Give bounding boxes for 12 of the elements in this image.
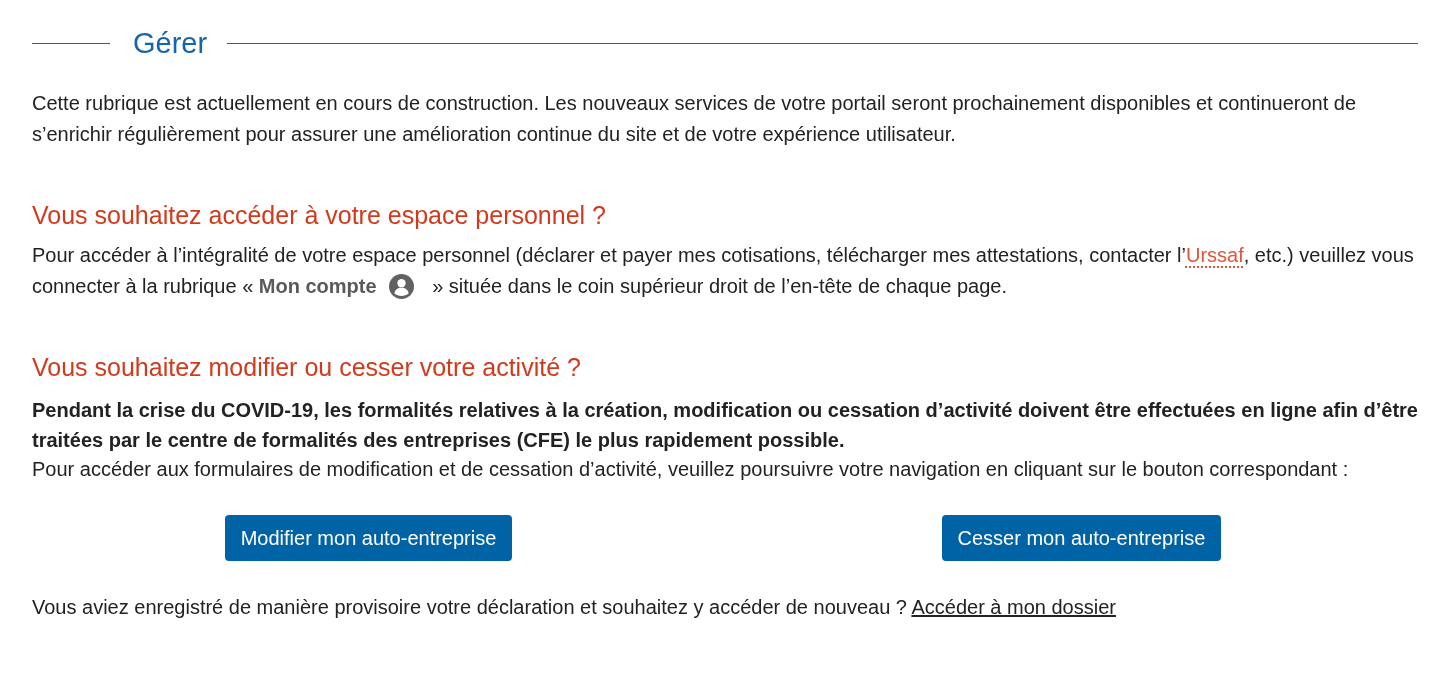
- section-heading: Vous souhaitez modifier ou cesser votre activité ?: [32, 352, 582, 382]
- info-paragraph: Pour accéder à l’intégralité de votre espace personnel (déclarer et payer mes cotisations, télécharger mes attestations, contacter l’Urssaf, etc.) veuillez vous connecter à la rubrique « Mon compte » située dans le coin supérieur droit de l’en-tête de chaque page.: [32, 243, 1415, 301]
- section-heading: Vous souhaitez accéder à votre espace personnel ?: [32, 200, 607, 230]
- notice-paragraph: Pendant la crise du COVID-19, les formalités relatives à la création, modification ou cessation d’activité doivent être effectuées en ligne afin d’être traitées par le centre de formalités des entreprises (CFE) le plus rapidement possible.: [32, 398, 1418, 453]
- dossier-link[interactable]: Accéder à mon dossier: [911, 596, 1116, 618]
- footer-paragraph: Vous aviez enregistré de manière provisoire votre déclaration et souhaitez y accéder de nouveau ? Accéder à mon dossier: [32, 595, 1117, 620]
- action-button[interactable]: Cesser mon auto-entreprise: [941, 515, 1222, 561]
- action-button[interactable]: Modifier mon auto-entreprise: [224, 515, 513, 561]
- instruction-paragraph: Pour accéder aux formulaires de modification et de cessation d’activité, veuillez poursuivre votre navigation en cliquant sur le bouton correspondant :: [32, 457, 1350, 482]
- inline-link[interactable]: Urssaf: [1185, 244, 1244, 266]
- intro-paragraph: Cette rubrique est actuellement en cours de construction. Les nouveaux services de votre portail seront prochainement disponibles et continueront de s’enrichir régulièrement pour assurer une amélioration continue du site et de votre expérience utilisateur.: [32, 91, 1358, 147]
- section-title: Gérer: [133, 26, 208, 61]
